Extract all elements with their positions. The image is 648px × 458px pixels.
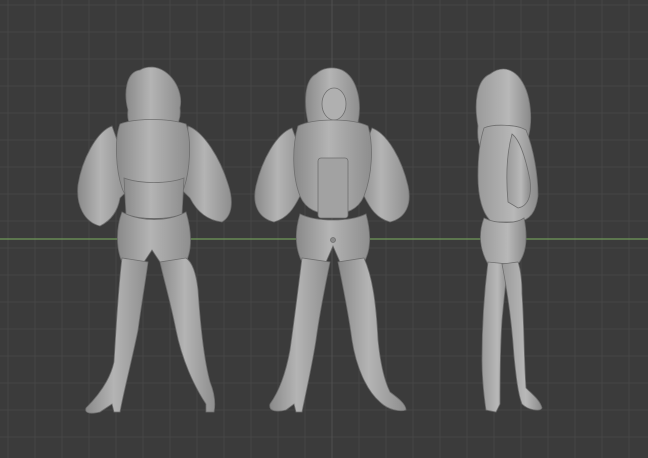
back-leg: [481, 261, 509, 413]
belt-button: [330, 237, 336, 243]
side-view-figure[interactable]: [475, 68, 543, 413]
left-leg: [269, 257, 331, 413]
3d-viewport[interactable]: [0, 0, 648, 458]
front-view-figure[interactable]: [254, 67, 410, 413]
hips: [117, 211, 191, 263]
hips: [480, 217, 527, 265]
back-view-figure[interactable]: [77, 66, 232, 414]
left-leg: [85, 257, 149, 414]
face: [321, 87, 347, 121]
front-leg: [501, 261, 543, 411]
corset: [123, 177, 185, 219]
right-leg: [159, 257, 216, 413]
right-leg: [337, 257, 407, 412]
corset-panel: [317, 157, 349, 219]
